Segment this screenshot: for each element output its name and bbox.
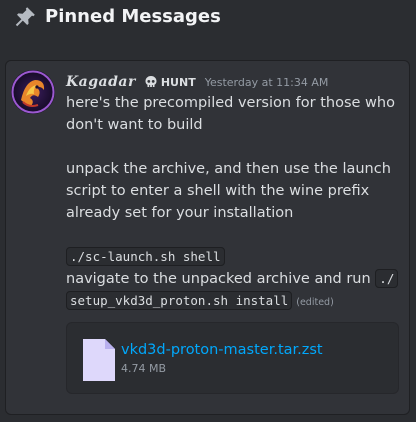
- message-header: Kagadar HUNT Yesterday at 11:34 AM: [66, 73, 328, 91]
- avatar[interactable]: [11, 70, 55, 114]
- navigate-text: navigate to the unpacked archive and run: [66, 271, 371, 287]
- guild-tag-label: HUNT: [160, 75, 196, 89]
- file-icon: [83, 339, 115, 381]
- skull-icon: [144, 75, 158, 89]
- inline-code-launch: ./sc-launch.sh shell: [66, 247, 225, 266]
- message-text-line: don't want to build: [66, 117, 203, 133]
- inline-code-run-prefix: ./: [375, 269, 399, 288]
- page-title: Pinned Messages: [45, 6, 221, 27]
- guild-tag[interactable]: HUNT: [144, 74, 196, 90]
- message-text-line: already set for your installation: [66, 205, 294, 221]
- message-timestamp[interactable]: Yesterday at 11:34 AM: [205, 76, 329, 89]
- inline-code-run: setup_vkd3d_proton.sh install: [66, 291, 293, 310]
- pinned-messages-panel: Pinned Messages Kagadar HUNT Yesterday a…: [0, 0, 416, 422]
- message-text-line: script to enter a shell with the wine pr…: [66, 183, 370, 199]
- pin-icon: [13, 5, 37, 29]
- message-text-line: here's the precompiled version for those…: [66, 95, 395, 111]
- pinned-messages-header: Pinned Messages: [0, 0, 416, 46]
- author-name[interactable]: Kagadar: [66, 74, 136, 90]
- edited-label: (edited): [296, 297, 334, 308]
- message-text-line: unpack the archive, and then use the lau…: [66, 161, 391, 177]
- file-size: 4.74 MB: [121, 362, 167, 375]
- file-download-link[interactable]: vkd3d-proton-master.tar.zst: [121, 342, 323, 358]
- message-code-line: setup_vkd3d_proton.sh install (edited): [66, 290, 334, 314]
- message-code-line: ./sc-launch.sh shell: [66, 246, 225, 268]
- file-attachment[interactable]: vkd3d-proton-master.tar.zst 4.74 MB: [66, 322, 399, 394]
- message-text-line: navigate to the unpacked archive and run…: [66, 268, 399, 290]
